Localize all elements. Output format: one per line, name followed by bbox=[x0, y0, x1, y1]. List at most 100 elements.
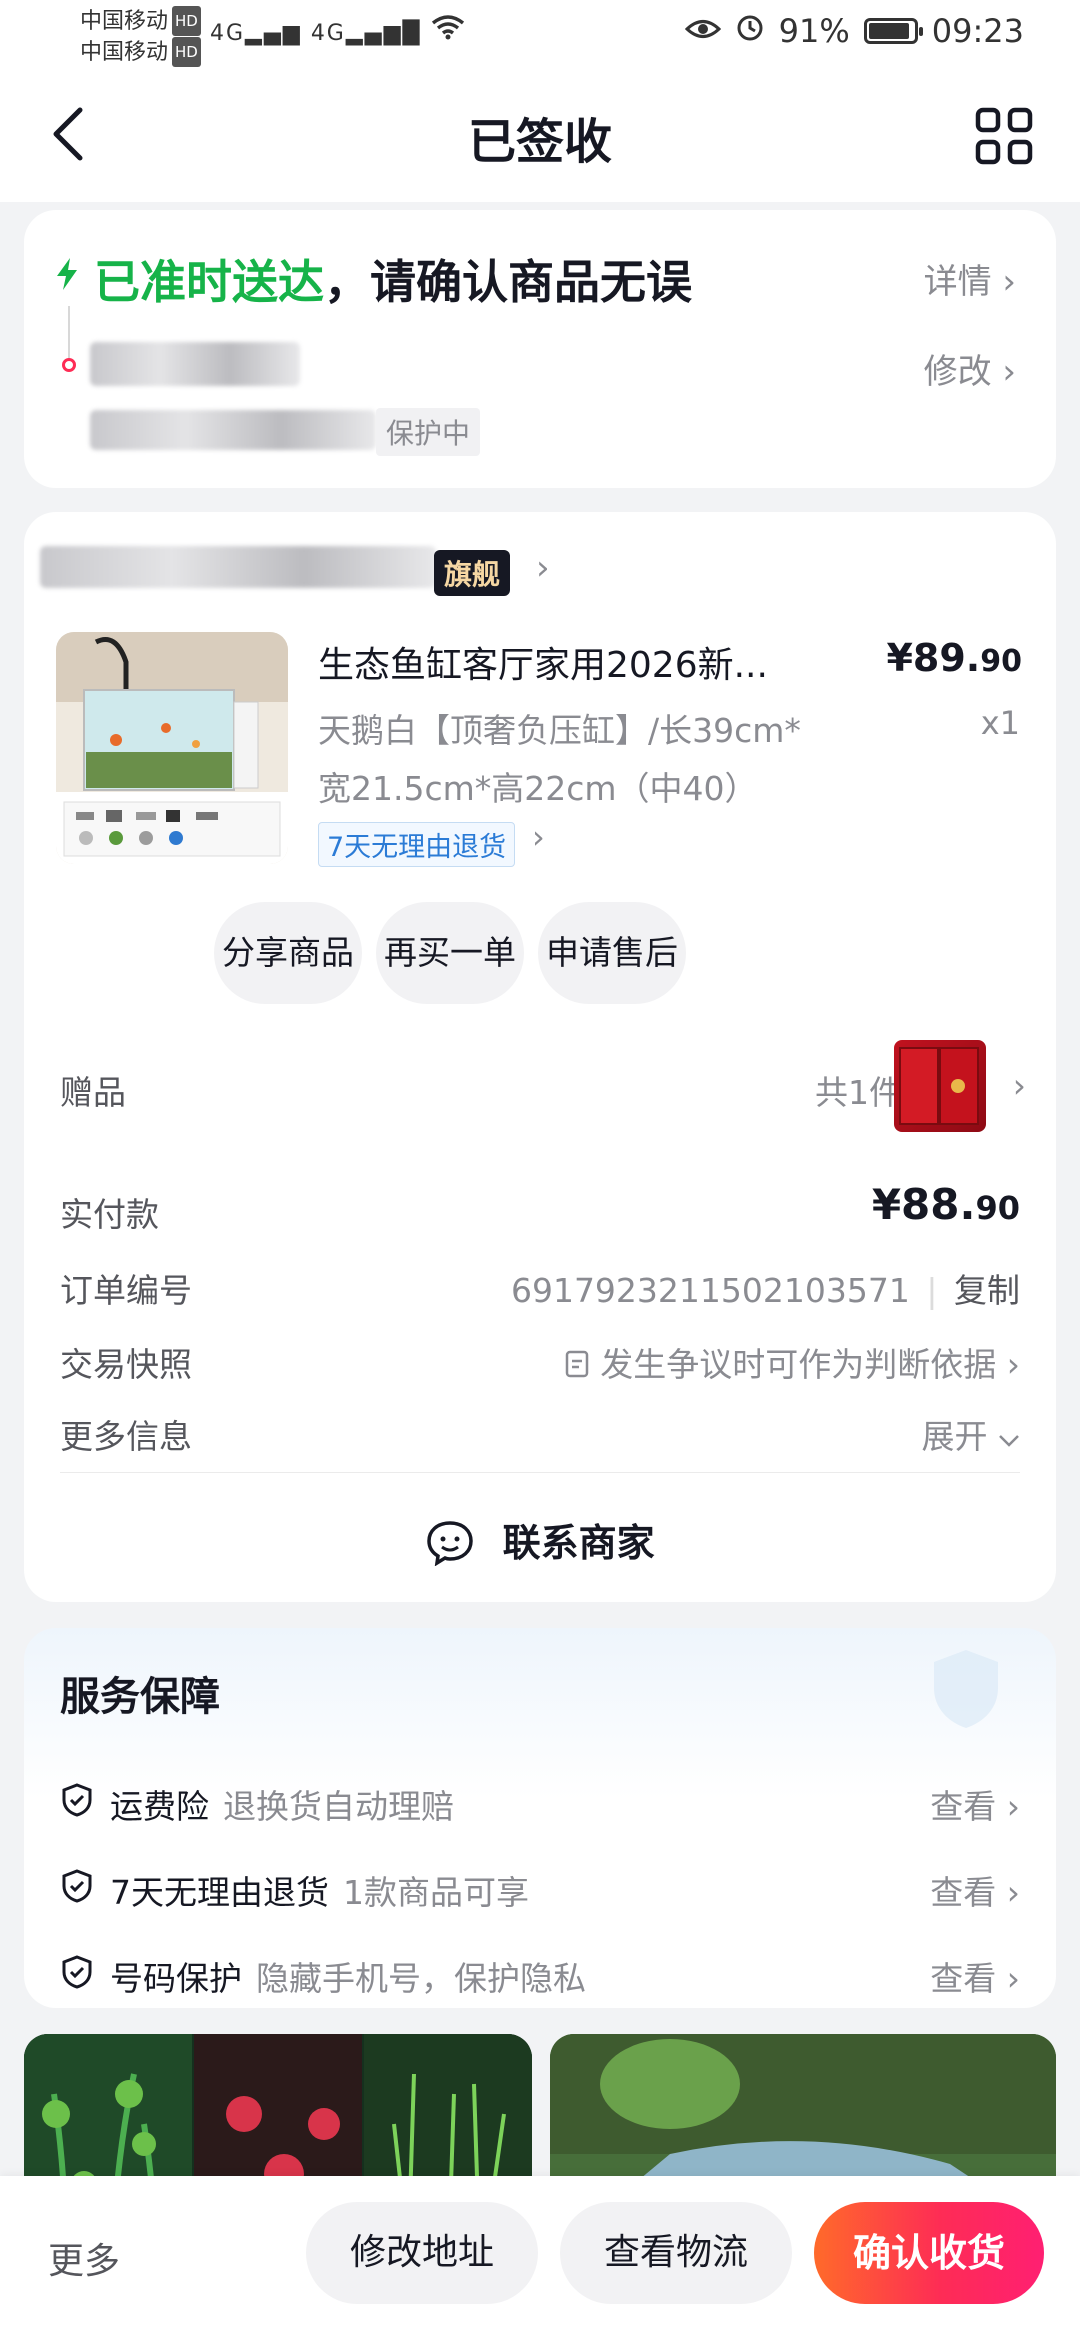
order-number-label: 订单编号 bbox=[60, 1271, 192, 1310]
order-number: 6917923211502103571 bbox=[510, 1271, 910, 1310]
carrier-info: 中国移动 HD 中国移动 HD bbox=[80, 6, 201, 68]
product-image[interactable] bbox=[56, 632, 288, 864]
shield-check-icon bbox=[60, 1782, 94, 1826]
hd-badge: HD bbox=[172, 6, 201, 36]
copy-button[interactable]: 复制 bbox=[954, 1271, 1020, 1310]
service-desc: 1款商品可享 bbox=[343, 1873, 529, 1912]
service-item-7day-return[interactable]: 7天无理由退货 1款商品可享 查看 › bbox=[60, 1862, 1020, 1912]
delivery-title: 已准时送达，请确认商品无误 bbox=[94, 246, 692, 312]
modify-address-link[interactable]: 修改 › bbox=[924, 344, 1016, 393]
delivery-status: 已准时送达 bbox=[94, 255, 324, 309]
return-policy-tag[interactable]: 7天无理由退货 bbox=[318, 822, 516, 867]
lightning-icon bbox=[54, 256, 80, 296]
network-type-2: 4G bbox=[310, 21, 346, 46]
contact-label: 联系商家 bbox=[502, 1521, 655, 1565]
divider bbox=[60, 1472, 1020, 1473]
battery-percent: 91% bbox=[778, 12, 850, 50]
chevron-right-icon[interactable]: › bbox=[536, 548, 550, 588]
paid-integer: ¥88. bbox=[871, 1180, 976, 1229]
shield-watermark-icon bbox=[934, 1650, 998, 1728]
nav-bar: 已签收 bbox=[0, 72, 1080, 202]
network-type: 4G bbox=[210, 21, 246, 46]
product-name[interactable]: 生态鱼缸客厅家用2026新... bbox=[318, 636, 818, 688]
chevron-right-icon: › bbox=[1006, 1959, 1020, 1998]
detail-label: 详情 bbox=[923, 262, 992, 302]
shield-check-icon bbox=[60, 1868, 94, 1912]
service-item-number-protection[interactable]: 号码保护 隐藏手机号，保护隐私 查看 › bbox=[60, 1948, 1020, 1998]
snapshot-link[interactable]: 发生争议时可作为判断依据 › bbox=[564, 1338, 1020, 1386]
status-bar: 中国移动 HD 中国移动 HD 4G▂▄▆ 4G▂▄▆█ 91% 09:23 bbox=[0, 0, 1080, 72]
page-title: 已签收 bbox=[467, 114, 612, 170]
delivery-message: ，请确认商品无误 bbox=[324, 255, 692, 309]
red-envelope-picture bbox=[899, 1047, 979, 1125]
product-quantity: x1 bbox=[980, 704, 1020, 742]
product-sku: 天鹅白【顶奢负压缸】/长39cm*宽21.5cm*高22cm（中40） bbox=[318, 711, 801, 808]
location-dot-icon bbox=[62, 358, 76, 372]
signal-bars-icon: ▂▄▆ bbox=[245, 21, 302, 46]
paid-label: 实付款 bbox=[60, 1195, 159, 1234]
service-item-shipping-insurance[interactable]: 运费险 退换货自动理赔 查看 › bbox=[60, 1776, 1020, 1826]
flagship-badge: 旗舰 bbox=[434, 550, 511, 596]
confirm-receipt-button[interactable]: 确认收货 bbox=[814, 2202, 1044, 2304]
address-redacted bbox=[90, 410, 376, 450]
service-name: 号码保护 bbox=[110, 1959, 242, 1998]
modify-address-button[interactable]: 修改地址 bbox=[306, 2202, 538, 2304]
product-price: ¥89.90 bbox=[886, 636, 1022, 680]
menu-grid-button[interactable] bbox=[974, 106, 1034, 166]
chevron-right-icon: › bbox=[1006, 1787, 1020, 1826]
more-button[interactable]: 更多 bbox=[48, 2232, 120, 2284]
clock: 09:23 bbox=[931, 12, 1024, 50]
service-desc: 退换货自动理赔 bbox=[223, 1787, 454, 1826]
gift-count[interactable]: 共1件 bbox=[815, 1066, 902, 1114]
view-logistics-button[interactable]: 查看物流 bbox=[560, 2202, 792, 2304]
chevron-right-icon: › bbox=[1002, 262, 1016, 302]
carrier-1: 中国移动 bbox=[80, 9, 169, 34]
after-sale-button[interactable]: 申请售后 bbox=[538, 902, 686, 1004]
signal-bars-icon-2: ▂▄▆█ bbox=[345, 21, 422, 46]
chevron-down-icon bbox=[998, 1417, 1020, 1456]
chevron-right-icon[interactable]: › bbox=[532, 818, 545, 856]
signal-icons: 4G▂▄▆ 4G▂▄▆█ bbox=[210, 14, 465, 46]
grid-icon bbox=[975, 107, 1033, 165]
timeline-line bbox=[68, 306, 70, 358]
service-name: 运费险 bbox=[110, 1787, 209, 1826]
battery-icon bbox=[863, 18, 923, 44]
privacy-protection-chip: 保护中 bbox=[376, 408, 481, 456]
separator: | bbox=[926, 1271, 938, 1310]
price-decimal: 90 bbox=[980, 644, 1022, 679]
alarm-icon bbox=[735, 12, 765, 50]
carrier-2: 中国移动 bbox=[80, 40, 169, 65]
price-integer: ¥89. bbox=[886, 636, 981, 680]
view-label: 查看 bbox=[930, 1787, 997, 1826]
bottom-action-bar: 更多 修改地址 查看物流 确认收货 bbox=[0, 2176, 1080, 2340]
service-title: 服务保障 bbox=[60, 1674, 220, 1720]
snapshot-label: 交易快照 bbox=[60, 1345, 192, 1384]
service-guarantee-card: 服务保障 运费险 退换货自动理赔 查看 › 7天无理由退货 1款商品可享 查看 › … bbox=[24, 1628, 1056, 2008]
contact-merchant-button[interactable]: 联系商家 bbox=[24, 1512, 1056, 1567]
paid-amount: ¥88.90 bbox=[872, 1180, 1020, 1229]
chevron-right-icon[interactable]: › bbox=[1013, 1066, 1026, 1105]
gift-image[interactable] bbox=[894, 1040, 986, 1132]
recipient-name-redacted bbox=[90, 342, 300, 386]
service-name: 7天无理由退货 bbox=[110, 1873, 329, 1912]
eye-icon bbox=[684, 12, 721, 50]
shield-check-icon bbox=[60, 1954, 94, 1998]
delivery-detail-link[interactable]: 详情 › bbox=[924, 254, 1016, 303]
order-card: 旗舰 › 生态鱼缸客厅家用2026新... ¥89.90 天鹅白【顶奢负压缸】/… bbox=[24, 512, 1056, 1602]
share-product-button[interactable]: 分享商品 bbox=[214, 902, 362, 1004]
rebuy-button[interactable]: 再买一单 bbox=[376, 902, 524, 1004]
expand-label: 展开 bbox=[921, 1417, 988, 1456]
chevron-right-icon: › bbox=[1002, 352, 1016, 392]
expand-button[interactable]: 展开 bbox=[922, 1410, 1021, 1458]
paid-decimal: 90 bbox=[975, 1189, 1020, 1227]
view-label: 查看 bbox=[930, 1959, 997, 1998]
wifi-icon bbox=[431, 15, 465, 46]
chat-bubble-icon bbox=[425, 1521, 502, 1567]
hd-badge-2: HD bbox=[172, 37, 201, 67]
aquarium-product-picture bbox=[56, 632, 288, 864]
chevron-right-icon: › bbox=[1006, 1873, 1020, 1912]
shop-name-redacted[interactable] bbox=[40, 546, 436, 588]
modify-label: 修改 bbox=[923, 352, 992, 392]
chevron-right-icon: › bbox=[1006, 1345, 1020, 1384]
delivery-status-card: 已准时送达，请确认商品无误 详情 › 修改 › 保护中 bbox=[24, 210, 1056, 488]
